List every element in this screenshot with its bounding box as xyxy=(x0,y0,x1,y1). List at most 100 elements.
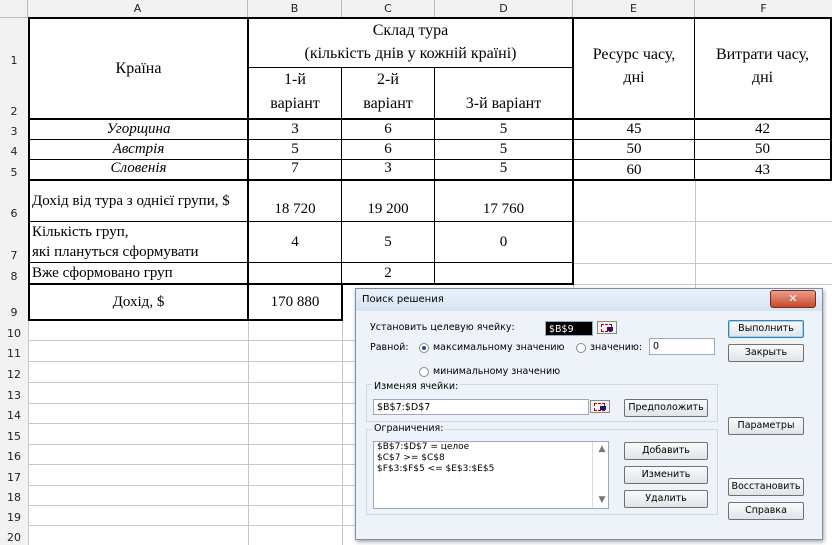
min-radio-label[interactable]: минимальному значению xyxy=(433,366,560,377)
row-header[interactable]: 13 xyxy=(0,382,28,403)
table-cell: 5 xyxy=(499,121,508,138)
column-header-e[interactable]: E xyxy=(573,0,695,18)
table-cell xyxy=(435,263,572,283)
row-header[interactable]: 9 xyxy=(0,284,28,320)
header-variant2-line2: варіант xyxy=(363,95,413,112)
row-header[interactable]: 16 xyxy=(0,444,28,464)
collapse-dialog-icon[interactable] xyxy=(597,321,617,334)
min-radio[interactable] xyxy=(419,367,429,377)
header-variant1-line1: 1-й xyxy=(284,71,306,88)
list-item[interactable]: $C$7 >= $C$8 xyxy=(374,453,608,464)
row-header[interactable]: 8 xyxy=(0,263,28,284)
row-header[interactable]: 4 xyxy=(0,139,28,159)
table-cell: 4 xyxy=(291,233,299,250)
row-header[interactable]: 10 xyxy=(0,320,28,341)
table-cell: 6 xyxy=(384,121,392,138)
dialog-titlebar[interactable]: Поиск решения ✕ xyxy=(356,289,822,311)
row-header[interactable]: 19 xyxy=(0,505,28,525)
column-header-b[interactable]: B xyxy=(248,0,342,18)
header-variant3: 3-й варіант xyxy=(465,95,542,112)
table-cell: 2 xyxy=(384,264,392,281)
table-cell: 19 200 xyxy=(367,201,409,218)
header-spend-line1: Витрати часу, xyxy=(715,46,810,63)
row-header[interactable]: 6 xyxy=(0,180,28,221)
max-radio[interactable] xyxy=(419,343,429,353)
dialog-title: Поиск решения xyxy=(362,294,444,305)
row-header[interactable]: 17 xyxy=(0,464,28,485)
solve-button[interactable]: Выполнить xyxy=(728,320,804,338)
table-cell: 3 xyxy=(384,159,392,176)
options-button[interactable]: Параметры xyxy=(728,417,804,435)
table-cell: 6 xyxy=(384,141,392,158)
table-cell: 60 xyxy=(626,162,642,179)
table-cell: 45 xyxy=(626,121,642,138)
table-cell: 7 xyxy=(291,159,299,176)
table-cell: 17 760 xyxy=(482,201,525,218)
header-country: Країна xyxy=(115,59,162,77)
row-header[interactable]: 12 xyxy=(0,361,28,382)
table-cell: 3 xyxy=(291,121,299,138)
table-cell: 5 xyxy=(291,141,299,158)
close-icon[interactable]: ✕ xyxy=(770,290,816,308)
header-variant1-line2: варіант xyxy=(270,95,320,112)
row-header[interactable]: 3 xyxy=(0,119,28,139)
add-button[interactable]: Добавить xyxy=(624,442,708,460)
list-item[interactable]: $B$7:$D$7 = целое xyxy=(374,442,608,453)
header-spend-line2: дні xyxy=(751,69,774,86)
row-header[interactable]: 14 xyxy=(0,403,28,423)
table-cell: 5 xyxy=(499,159,508,176)
value-radio[interactable] xyxy=(576,343,586,353)
row-header[interactable]: 2 xyxy=(0,68,28,119)
table-cell: 43 xyxy=(755,162,770,179)
row-header[interactable]: 7 xyxy=(0,221,28,263)
list-item[interactable]: $F$3:$F$5 <= $E$3:$E$5 xyxy=(374,464,608,475)
header-composition-line2: (кількість днів у кожній країні) xyxy=(304,45,517,62)
header-composition-line1: Склад тура xyxy=(372,22,449,39)
row-header[interactable]: 15 xyxy=(0,423,28,444)
constraints-list[interactable]: $B$7:$D$7 = целое $C$7 >= $C$8 $F$3:$F$5… xyxy=(373,441,609,509)
column-header-a[interactable]: A xyxy=(28,0,248,18)
country-name: Угорщина xyxy=(106,121,171,138)
row-header[interactable]: 18 xyxy=(0,485,28,505)
constraints-label: Ограничения: xyxy=(372,423,446,434)
help-button[interactable]: Справка xyxy=(728,502,804,520)
groups-label-line1: Кількість груп, xyxy=(32,223,129,240)
row-header[interactable]: 11 xyxy=(0,341,28,361)
corner-cell[interactable] xyxy=(0,0,28,18)
close-button[interactable]: Закрыть xyxy=(728,344,804,362)
changing-cells-input[interactable]: $B$7:$D$7 xyxy=(373,399,589,415)
total-income-value[interactable]: 170 880 xyxy=(249,285,341,319)
delete-button[interactable]: Удалить xyxy=(624,490,708,508)
scrollbar[interactable]: ▲ ▼ xyxy=(592,442,608,508)
header-resource-line1: Ресурс часу, xyxy=(592,46,676,63)
change-button[interactable]: Изменить xyxy=(624,466,708,484)
collapse-dialog-icon[interactable] xyxy=(590,400,610,413)
table-cell: 42 xyxy=(755,121,770,138)
groups-label-line2: які плануться сформувати xyxy=(32,243,199,260)
table-cell: 18 720 xyxy=(274,201,316,218)
solver-dialog: Поиск решения ✕ Установить целевую ячейк… xyxy=(355,288,823,540)
max-radio-label[interactable]: максимальному значению xyxy=(433,342,565,353)
header-variant2-line1: 2-й xyxy=(377,71,399,88)
table-cell: 50 xyxy=(755,141,770,158)
table-cell: 5 xyxy=(499,141,508,158)
income-label: Дохід від тура з однієї групи, $ xyxy=(32,192,230,209)
country-name: Австрія xyxy=(112,141,165,158)
guess-button[interactable]: Предположить xyxy=(624,399,708,417)
column-header-d[interactable]: D xyxy=(435,0,573,18)
header-resource-line2: дні xyxy=(623,69,645,86)
table-cell xyxy=(249,263,341,283)
reset-button[interactable]: Восстановить xyxy=(728,478,804,496)
row-header[interactable]: 20 xyxy=(0,525,28,545)
column-header-c[interactable]: C xyxy=(342,0,435,18)
value-input[interactable]: 0 xyxy=(649,338,715,355)
equal-label: Равной: xyxy=(370,342,409,353)
target-cell-input[interactable]: $B$9 xyxy=(545,321,593,336)
row-header[interactable]: 5 xyxy=(0,159,28,180)
value-radio-label[interactable]: значению: xyxy=(590,342,642,353)
table-cell: 5 xyxy=(384,233,392,250)
column-header-f[interactable]: F xyxy=(695,0,832,18)
row-header[interactable]: 1 xyxy=(0,18,28,68)
changing-cells-label: Изменяя ячейки: xyxy=(372,381,461,392)
table-cell: 50 xyxy=(626,141,642,158)
